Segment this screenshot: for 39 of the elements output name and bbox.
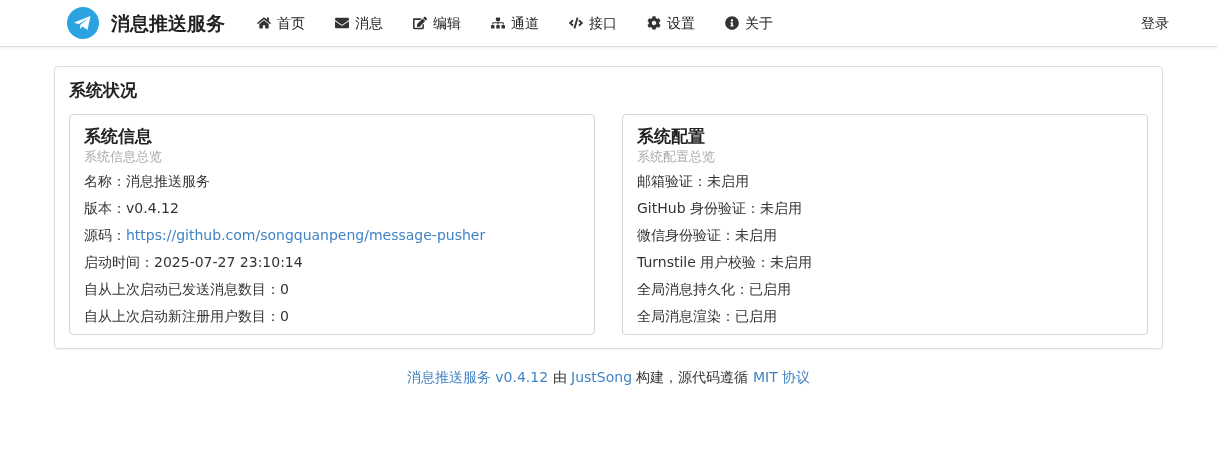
card-subtitle: 系统配置总览	[637, 148, 716, 166]
paper-plane-logo-icon	[67, 7, 99, 39]
nav-item[interactable]: 接口	[561, 12, 625, 34]
nav-item[interactable]: 通道	[483, 12, 547, 34]
info-icon	[725, 16, 739, 30]
info-line: Turnstile 用户校验：未启用	[637, 253, 814, 272]
nav-item[interactable]: 编辑	[405, 12, 469, 34]
brand-title[interactable]: 消息推送服务	[111, 8, 225, 38]
info-line: 版本：v0.4.12	[84, 199, 180, 218]
footer-link[interactable]: JustSong	[571, 369, 632, 385]
settings-icon	[647, 16, 661, 30]
login-link[interactable]: 登录	[1141, 12, 1169, 34]
info-line: 全局消息渲染：已启用	[637, 307, 778, 326]
footer-text: 消息推送服务 v0.4.12 由 JustSong 构建，源代码遵循 MIT 协议	[406, 368, 811, 387]
code-icon	[569, 16, 583, 30]
footer-link[interactable]: 消息推送服务 v0.4.12	[406, 369, 549, 385]
source-link[interactable]: https://github.com/songquanpeng/message-pusher	[126, 227, 486, 243]
info-line: 源码：https://github.com/songquanpeng/message-pusher	[84, 226, 487, 245]
info-line: 自从上次启动已发送消息数目：0	[84, 280, 290, 299]
sitemap-icon	[491, 16, 505, 30]
card-subtitle: 系统信息总览	[84, 148, 163, 166]
envelope-icon	[335, 16, 349, 30]
edit-icon	[413, 16, 427, 30]
info-line: 微信身份验证：未启用	[637, 226, 778, 245]
nav-item[interactable]: 设置	[639, 12, 703, 34]
info-line: 名称：消息推送服务	[84, 172, 211, 191]
info-line: 全局消息持久化：已启用	[637, 280, 792, 299]
nav-item[interactable]: 消息	[327, 12, 391, 34]
nav-item[interactable]: 关于	[717, 12, 781, 34]
info-line: 邮箱验证：未启用	[637, 172, 750, 191]
panel-title: 系统状况	[69, 79, 138, 101]
nav-item[interactable]: 首页	[249, 12, 313, 34]
card-title: 系统信息	[84, 125, 153, 147]
info-line: 自从上次启动新注册用户数目：0	[84, 307, 290, 326]
info-line: GitHub 身份验证：未启用	[637, 199, 803, 218]
card-title: 系统配置	[637, 125, 706, 147]
info-line: 启动时间：2025-07-27 23:10:14	[84, 253, 304, 272]
home-icon	[257, 16, 271, 30]
footer-link[interactable]: MIT 协议	[752, 369, 811, 385]
